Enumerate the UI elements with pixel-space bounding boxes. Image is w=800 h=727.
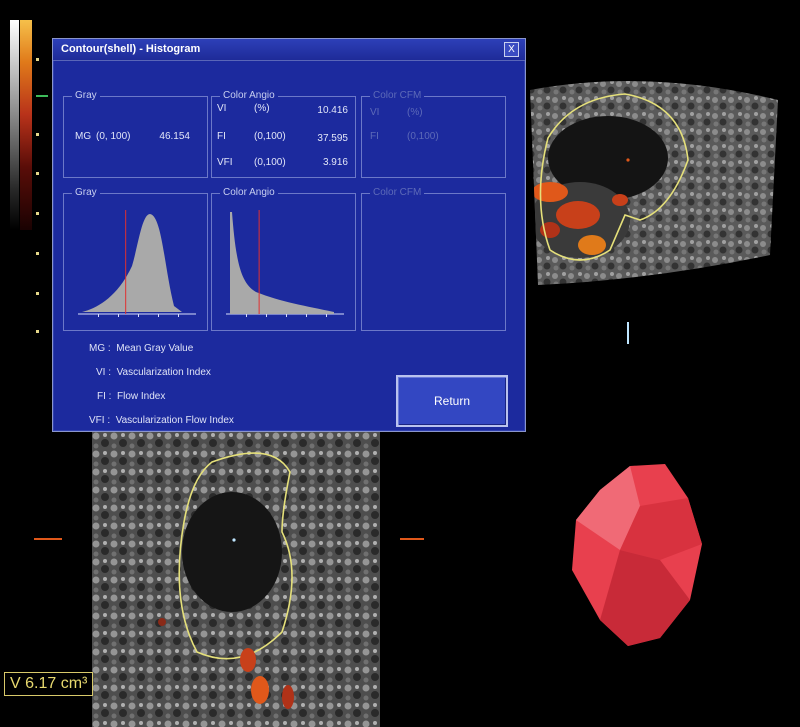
histogram-gray-chart	[78, 210, 196, 317]
histogram-dialog: Contour(shell) - Histogram X Gray MG (0,…	[52, 38, 526, 432]
stats-color-cfm-group: Color CFM VI (%) FI (0,100)	[361, 90, 506, 178]
scale-tick	[36, 252, 39, 255]
scale-tick	[36, 133, 39, 136]
legend-item: VFI : Vascularization Flow Index	[89, 415, 234, 426]
stats-color-angio-group: Color Angio VI (%) 10.416 FI (0,100) 37.…	[211, 90, 356, 178]
stats-gray-group: Gray MG (0, 100) 46.154	[63, 90, 208, 178]
stat-name: MG	[75, 131, 92, 142]
ultrasound-view-b[interactable]	[92, 432, 380, 727]
arrow-down-icon	[627, 322, 629, 344]
color-scale-bar	[20, 20, 32, 230]
histogram-gray-area	[82, 214, 182, 312]
legend-item: VI : Vascularization Index	[96, 367, 211, 378]
close-button[interactable]: X	[504, 42, 519, 57]
ultrasound-view-a[interactable]	[520, 80, 778, 290]
scale-tick	[36, 172, 39, 175]
histogram-color-angio-group: Color Angio	[211, 187, 356, 331]
dialog-title: Contour(shell) - Histogram	[61, 43, 201, 55]
volume-readout: V 6.17 cm³	[4, 672, 94, 696]
scale-tick	[36, 58, 39, 61]
histogram-gray-group: Gray	[63, 187, 208, 331]
scale-tick	[36, 292, 39, 295]
stat-value: 46.154	[159, 131, 190, 142]
arrow-marker	[34, 538, 62, 540]
legend-item: MG : Mean Gray Value	[89, 343, 194, 354]
volume-render-view[interactable]	[560, 460, 710, 650]
dialog-title-bar[interactable]: Contour(shell) - Histogram X	[53, 39, 525, 61]
close-icon: X	[508, 44, 515, 55]
legend-item: FI : Flow Index	[97, 391, 166, 402]
histogram-color-cfm-group: Color CFM	[361, 187, 506, 331]
return-button[interactable]: Return	[396, 375, 508, 427]
stat-range: (0, 100)	[96, 131, 131, 142]
arrow-right-icon	[400, 538, 424, 540]
histogram-color-angio-chart	[226, 210, 344, 317]
scale-marker	[36, 95, 48, 97]
scale-tick	[36, 212, 39, 215]
histogram-color-angio-area	[230, 212, 334, 314]
scale-tick	[36, 330, 39, 333]
gray-scale-bar	[10, 20, 19, 230]
